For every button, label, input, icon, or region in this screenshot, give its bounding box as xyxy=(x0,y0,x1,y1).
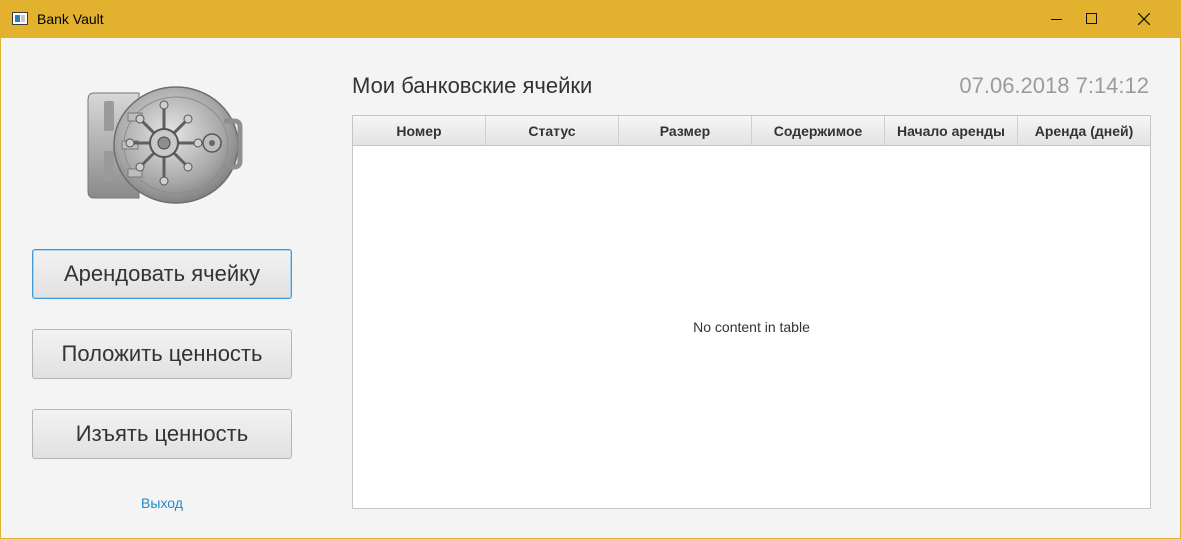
minimize-icon xyxy=(1051,19,1062,20)
maximize-icon xyxy=(1086,13,1097,24)
table-header: Номер Статус Размер Содержимое Начало ар… xyxy=(353,116,1150,146)
close-icon xyxy=(1138,13,1150,25)
column-header-status[interactable]: Статус xyxy=(486,116,619,145)
deposit-valuable-button[interactable]: Положить ценность xyxy=(32,329,292,379)
cells-table[interactable]: Номер Статус Размер Содержимое Начало ар… xyxy=(352,115,1151,509)
app-icon xyxy=(12,12,28,25)
column-header-size[interactable]: Размер xyxy=(619,116,752,145)
close-button[interactable] xyxy=(1121,1,1167,38)
current-datetime: 07.06.2018 7:14:12 xyxy=(959,73,1149,98)
withdraw-valuable-button[interactable]: Изъять ценность xyxy=(32,409,292,459)
column-header-number[interactable]: Номер xyxy=(353,116,486,145)
app-window: Bank Vault Арендовать ячейку Положить це… xyxy=(0,0,1181,539)
page-title: Мои банковские ячейки xyxy=(352,73,593,98)
column-header-rent-days[interactable]: Аренда (дней) xyxy=(1018,116,1150,145)
column-header-contents[interactable]: Содержимое xyxy=(752,116,885,145)
bank-vault-door-icon xyxy=(87,86,243,204)
maximize-button[interactable] xyxy=(1069,1,1115,38)
rent-cell-button[interactable]: Арендовать ячейку xyxy=(32,249,292,299)
window-title: Bank Vault xyxy=(37,11,104,27)
title-bar[interactable]: Bank Vault xyxy=(1,1,1180,38)
table-empty-message: No content in table xyxy=(693,319,810,335)
column-header-rent-start[interactable]: Начало аренды xyxy=(885,116,1018,145)
exit-link[interactable]: Выход xyxy=(1,495,323,511)
